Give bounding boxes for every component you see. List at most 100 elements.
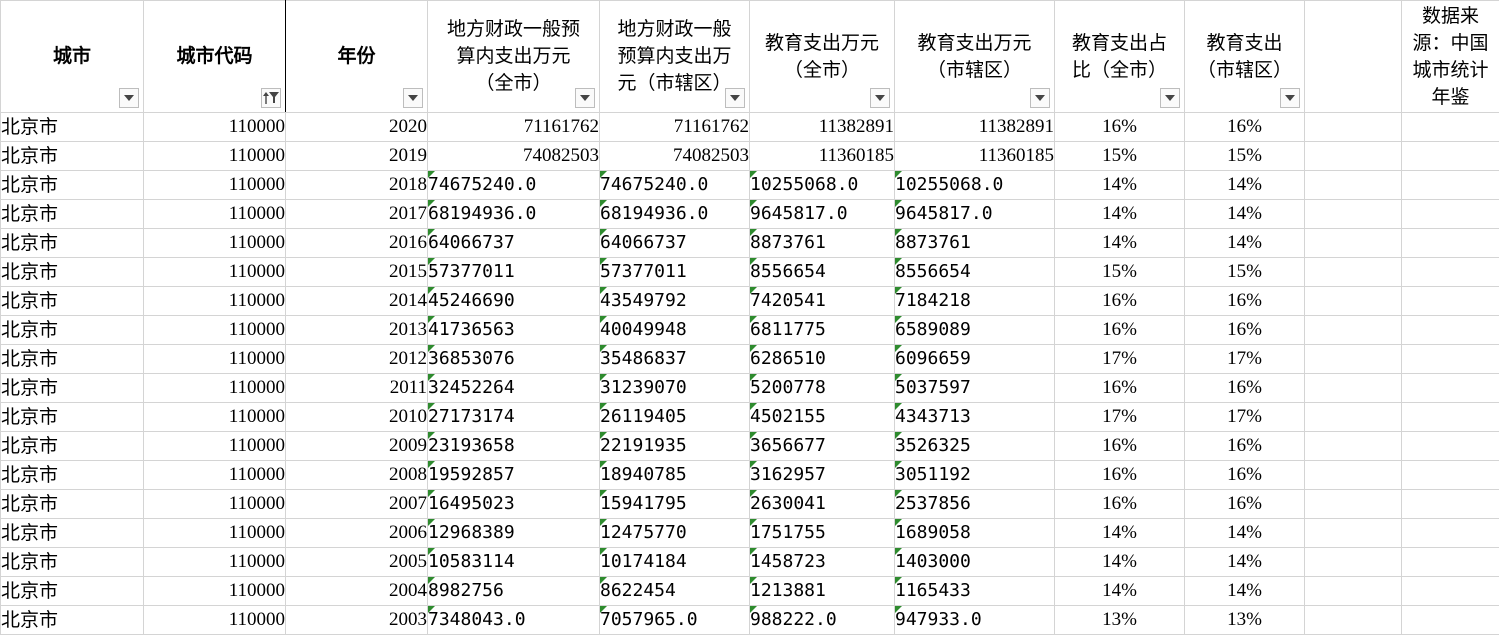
cell-city[interactable]: 北京市	[1, 171, 144, 200]
cell-budget-all[interactable]: 27173174	[428, 403, 600, 432]
cell-budget-all[interactable]: 57377011	[428, 258, 600, 287]
cell-blank[interactable]	[1305, 606, 1402, 635]
cell-code[interactable]: 110000	[144, 606, 286, 635]
cell-ratio-all[interactable]: 14%	[1055, 200, 1185, 229]
column-header-city[interactable]: 城市	[1, 1, 144, 113]
cell-source[interactable]	[1402, 258, 1499, 287]
cell-source[interactable]	[1402, 345, 1499, 374]
cell-source[interactable]	[1402, 606, 1499, 635]
cell-blank[interactable]	[1305, 142, 1402, 171]
cell-edu-dist[interactable]: 7184218	[895, 287, 1055, 316]
cell-code[interactable]: 110000	[144, 171, 286, 200]
cell-code[interactable]: 110000	[144, 345, 286, 374]
column-header-year[interactable]: 年份	[286, 1, 428, 113]
cell-city[interactable]: 北京市	[1, 432, 144, 461]
cell-year[interactable]: 2020	[286, 113, 428, 142]
cell-budget-dist[interactable]: 74082503	[600, 142, 750, 171]
cell-budget-all[interactable]: 19592857	[428, 461, 600, 490]
cell-ratio-dist[interactable]: 16%	[1185, 316, 1305, 345]
filter-dropdown-icon[interactable]	[403, 88, 423, 108]
cell-edu-all[interactable]: 9645817.0	[750, 200, 895, 229]
cell-source[interactable]	[1402, 287, 1499, 316]
cell-source[interactable]	[1402, 200, 1499, 229]
cell-ratio-dist[interactable]: 14%	[1185, 519, 1305, 548]
cell-city[interactable]: 北京市	[1, 258, 144, 287]
cell-blank[interactable]	[1305, 316, 1402, 345]
column-header-source[interactable]: 数据来源：中国城市统计年鉴	[1402, 1, 1499, 113]
cell-city[interactable]: 北京市	[1, 577, 144, 606]
cell-budget-all[interactable]: 45246690	[428, 287, 600, 316]
cell-city[interactable]: 北京市	[1, 229, 144, 258]
cell-code[interactable]: 110000	[144, 316, 286, 345]
cell-source[interactable]	[1402, 171, 1499, 200]
cell-city[interactable]: 北京市	[1, 519, 144, 548]
cell-budget-all[interactable]: 8982756	[428, 577, 600, 606]
cell-edu-dist[interactable]: 2537856	[895, 490, 1055, 519]
cell-blank[interactable]	[1305, 258, 1402, 287]
column-header-code[interactable]: 城市代码	[144, 1, 286, 113]
cell-source[interactable]	[1402, 316, 1499, 345]
cell-ratio-dist[interactable]: 14%	[1185, 548, 1305, 577]
cell-year[interactable]: 2017	[286, 200, 428, 229]
cell-edu-dist[interactable]: 1165433	[895, 577, 1055, 606]
cell-code[interactable]: 110000	[144, 490, 286, 519]
cell-budget-all[interactable]: 64066737	[428, 229, 600, 258]
cell-code[interactable]: 110000	[144, 432, 286, 461]
cell-code[interactable]: 110000	[144, 548, 286, 577]
cell-code[interactable]: 110000	[144, 374, 286, 403]
cell-city[interactable]: 北京市	[1, 345, 144, 374]
cell-code[interactable]: 110000	[144, 258, 286, 287]
cell-blank[interactable]	[1305, 200, 1402, 229]
cell-year[interactable]: 2008	[286, 461, 428, 490]
cell-year[interactable]: 2014	[286, 287, 428, 316]
filter-dropdown-icon[interactable]	[725, 88, 745, 108]
cell-budget-dist[interactable]: 15941795	[600, 490, 750, 519]
cell-edu-all[interactable]: 3656677	[750, 432, 895, 461]
cell-ratio-all[interactable]: 16%	[1055, 374, 1185, 403]
cell-source[interactable]	[1402, 461, 1499, 490]
cell-source[interactable]	[1402, 432, 1499, 461]
cell-ratio-all[interactable]: 17%	[1055, 403, 1185, 432]
cell-budget-dist[interactable]: 12475770	[600, 519, 750, 548]
cell-edu-dist[interactable]: 5037597	[895, 374, 1055, 403]
cell-budget-dist[interactable]: 7057965.0	[600, 606, 750, 635]
cell-city[interactable]: 北京市	[1, 142, 144, 171]
cell-ratio-dist[interactable]: 16%	[1185, 287, 1305, 316]
cell-budget-all[interactable]: 23193658	[428, 432, 600, 461]
cell-code[interactable]: 110000	[144, 229, 286, 258]
cell-blank[interactable]	[1305, 519, 1402, 548]
cell-edu-dist[interactable]: 947933.0	[895, 606, 1055, 635]
cell-ratio-all[interactable]: 13%	[1055, 606, 1185, 635]
cell-budget-dist[interactable]: 8622454	[600, 577, 750, 606]
column-header-ratio_all[interactable]: 教育支出占比（全市）	[1055, 1, 1185, 113]
cell-city[interactable]: 北京市	[1, 316, 144, 345]
cell-edu-all[interactable]: 1751755	[750, 519, 895, 548]
cell-city[interactable]: 北京市	[1, 461, 144, 490]
cell-edu-dist[interactable]: 11382891	[895, 113, 1055, 142]
column-header-edu_all[interactable]: 教育支出万元（全市）	[750, 1, 895, 113]
cell-city[interactable]: 北京市	[1, 287, 144, 316]
cell-year[interactable]: 2016	[286, 229, 428, 258]
column-header-ratio_dist[interactable]: 教育支出（市辖区）	[1185, 1, 1305, 113]
cell-city[interactable]: 北京市	[1, 606, 144, 635]
cell-budget-all[interactable]: 16495023	[428, 490, 600, 519]
cell-year[interactable]: 2018	[286, 171, 428, 200]
cell-budget-all[interactable]: 68194936.0	[428, 200, 600, 229]
cell-edu-all[interactable]: 8873761	[750, 229, 895, 258]
cell-city[interactable]: 北京市	[1, 200, 144, 229]
cell-ratio-all[interactable]: 15%	[1055, 258, 1185, 287]
cell-blank[interactable]	[1305, 374, 1402, 403]
cell-edu-all[interactable]: 3162957	[750, 461, 895, 490]
cell-year[interactable]: 2003	[286, 606, 428, 635]
cell-budget-dist[interactable]: 22191935	[600, 432, 750, 461]
cell-edu-dist[interactable]: 3051192	[895, 461, 1055, 490]
cell-source[interactable]	[1402, 577, 1499, 606]
cell-edu-all[interactable]: 6286510	[750, 345, 895, 374]
cell-budget-dist[interactable]: 31239070	[600, 374, 750, 403]
cell-budget-dist[interactable]: 10174184	[600, 548, 750, 577]
cell-edu-all[interactable]: 8556654	[750, 258, 895, 287]
cell-ratio-all[interactable]: 16%	[1055, 461, 1185, 490]
cell-edu-all[interactable]: 1213881	[750, 577, 895, 606]
cell-ratio-all[interactable]: 14%	[1055, 229, 1185, 258]
cell-budget-dist[interactable]: 71161762	[600, 113, 750, 142]
